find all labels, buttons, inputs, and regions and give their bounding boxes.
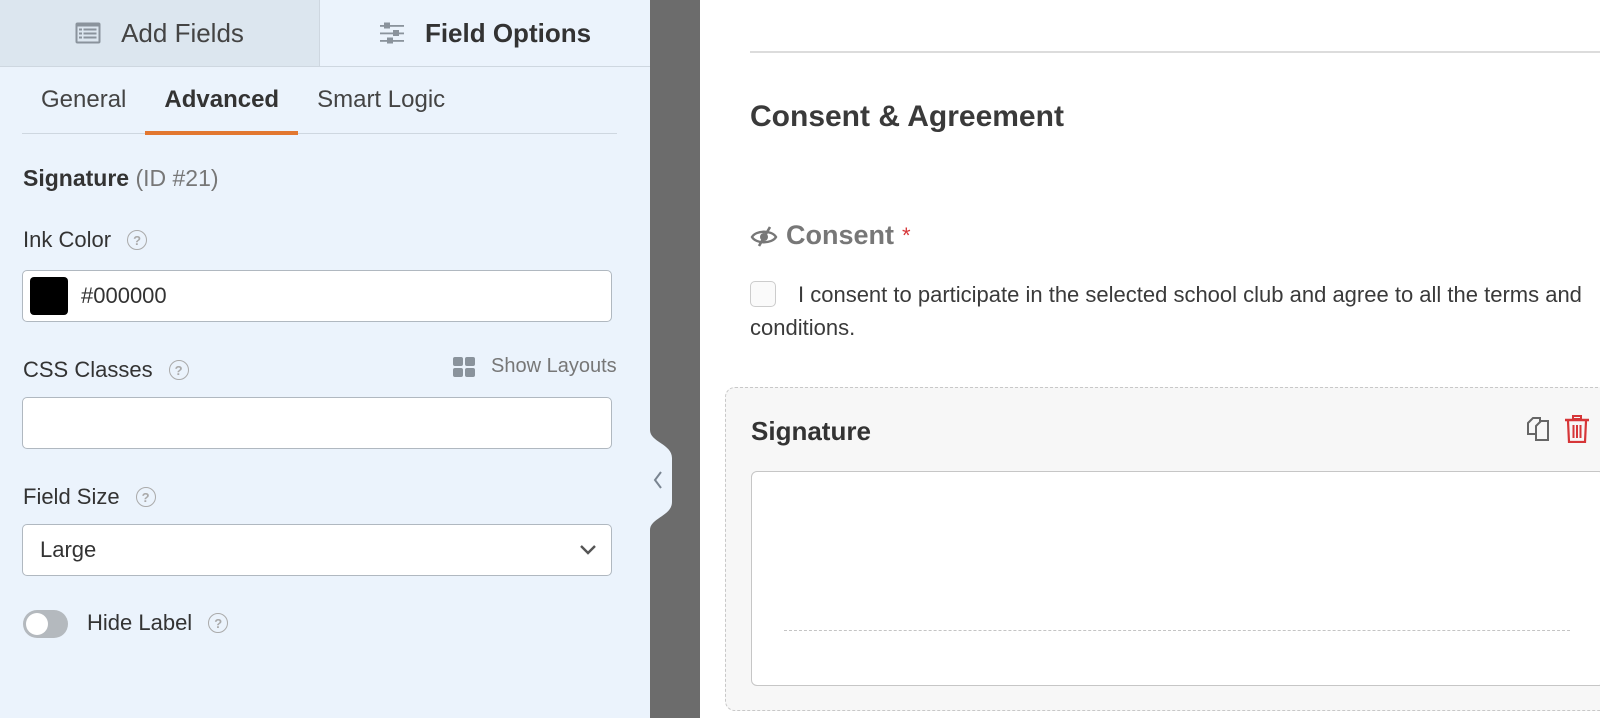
- subtab-advanced[interactable]: Advanced: [145, 67, 298, 135]
- ink-color-label: Ink Color: [23, 227, 112, 252]
- required-marker: *: [902, 222, 911, 248]
- panel-divider: [650, 0, 700, 718]
- consent-label-text: Consent: [786, 220, 894, 250]
- field-size-value: Large: [40, 537, 97, 562]
- hide-label-row: Hide Label ?: [87, 610, 229, 636]
- field-size-select[interactable]: Large: [22, 524, 612, 576]
- consent-field-label[interactable]: Consent *: [750, 220, 911, 251]
- eye-slash-icon: [750, 225, 778, 247]
- consent-checkbox[interactable]: [750, 281, 776, 307]
- list-icon: [75, 22, 101, 44]
- section-title: Consent & Agreement: [750, 100, 1064, 133]
- divider-line: [750, 51, 1600, 53]
- duplicate-icon[interactable]: [1524, 415, 1552, 443]
- help-icon[interactable]: ?: [208, 613, 229, 633]
- field-title: Signature (ID #21): [23, 165, 219, 192]
- consent-text: I consent to participate in the selected…: [750, 282, 1582, 340]
- help-icon[interactable]: ?: [127, 230, 148, 250]
- color-swatch[interactable]: [30, 277, 68, 315]
- form-preview: Consent & Agreement Consent * I consent …: [700, 0, 1600, 718]
- show-layouts-label: Show Layouts: [491, 355, 617, 377]
- signature-baseline: [784, 630, 1570, 631]
- chevron-down-icon: [580, 545, 596, 555]
- tab-field-options-label: Field Options: [424, 17, 592, 48]
- options-subtabs: General Advanced Smart Logic: [22, 67, 617, 135]
- field-size-label: Field Size: [23, 484, 120, 509]
- field-options-panel: Add Fields Field Options General Advance…: [0, 0, 650, 718]
- signature-field-label: Signature: [751, 416, 871, 446]
- help-icon[interactable]: ?: [168, 360, 189, 380]
- hide-label-toggle[interactable]: [23, 610, 68, 638]
- css-classes-label-row: CSS Classes ?: [23, 357, 189, 383]
- sliders-icon: [379, 22, 404, 44]
- css-classes-input[interactable]: [22, 397, 612, 449]
- tab-field-options[interactable]: Field Options: [320, 0, 650, 66]
- field-name: Signature: [23, 165, 130, 191]
- field-id: (ID #21): [135, 165, 219, 191]
- layout-grid-icon: [453, 356, 475, 377]
- ink-color-input[interactable]: #000000: [22, 270, 612, 322]
- signature-pad[interactable]: [751, 471, 1600, 686]
- consent-option: I consent to participate in the selected…: [750, 278, 1590, 344]
- tab-add-fields-label: Add Fields: [121, 17, 244, 48]
- css-classes-label: CSS Classes: [23, 357, 153, 382]
- subtab-general[interactable]: General: [22, 67, 145, 133]
- subtab-smart-logic[interactable]: Smart Logic: [298, 67, 464, 133]
- hide-label-label: Hide Label: [87, 610, 193, 635]
- ink-color-label-row: Ink Color ?: [23, 227, 148, 253]
- toggle-knob: [26, 613, 48, 635]
- ink-color-value: #000000: [81, 283, 167, 308]
- field-size-label-row: Field Size ?: [23, 484, 156, 510]
- help-icon[interactable]: ?: [135, 487, 156, 507]
- signature-field-card[interactable]: Signature: [725, 387, 1600, 711]
- panel-tabs: Add Fields Field Options: [0, 0, 650, 67]
- show-layouts-link[interactable]: Show Layouts: [453, 355, 617, 378]
- tab-add-fields[interactable]: Add Fields: [0, 0, 320, 66]
- collapse-panel-button[interactable]: [650, 430, 676, 530]
- trash-icon[interactable]: [1564, 415, 1590, 443]
